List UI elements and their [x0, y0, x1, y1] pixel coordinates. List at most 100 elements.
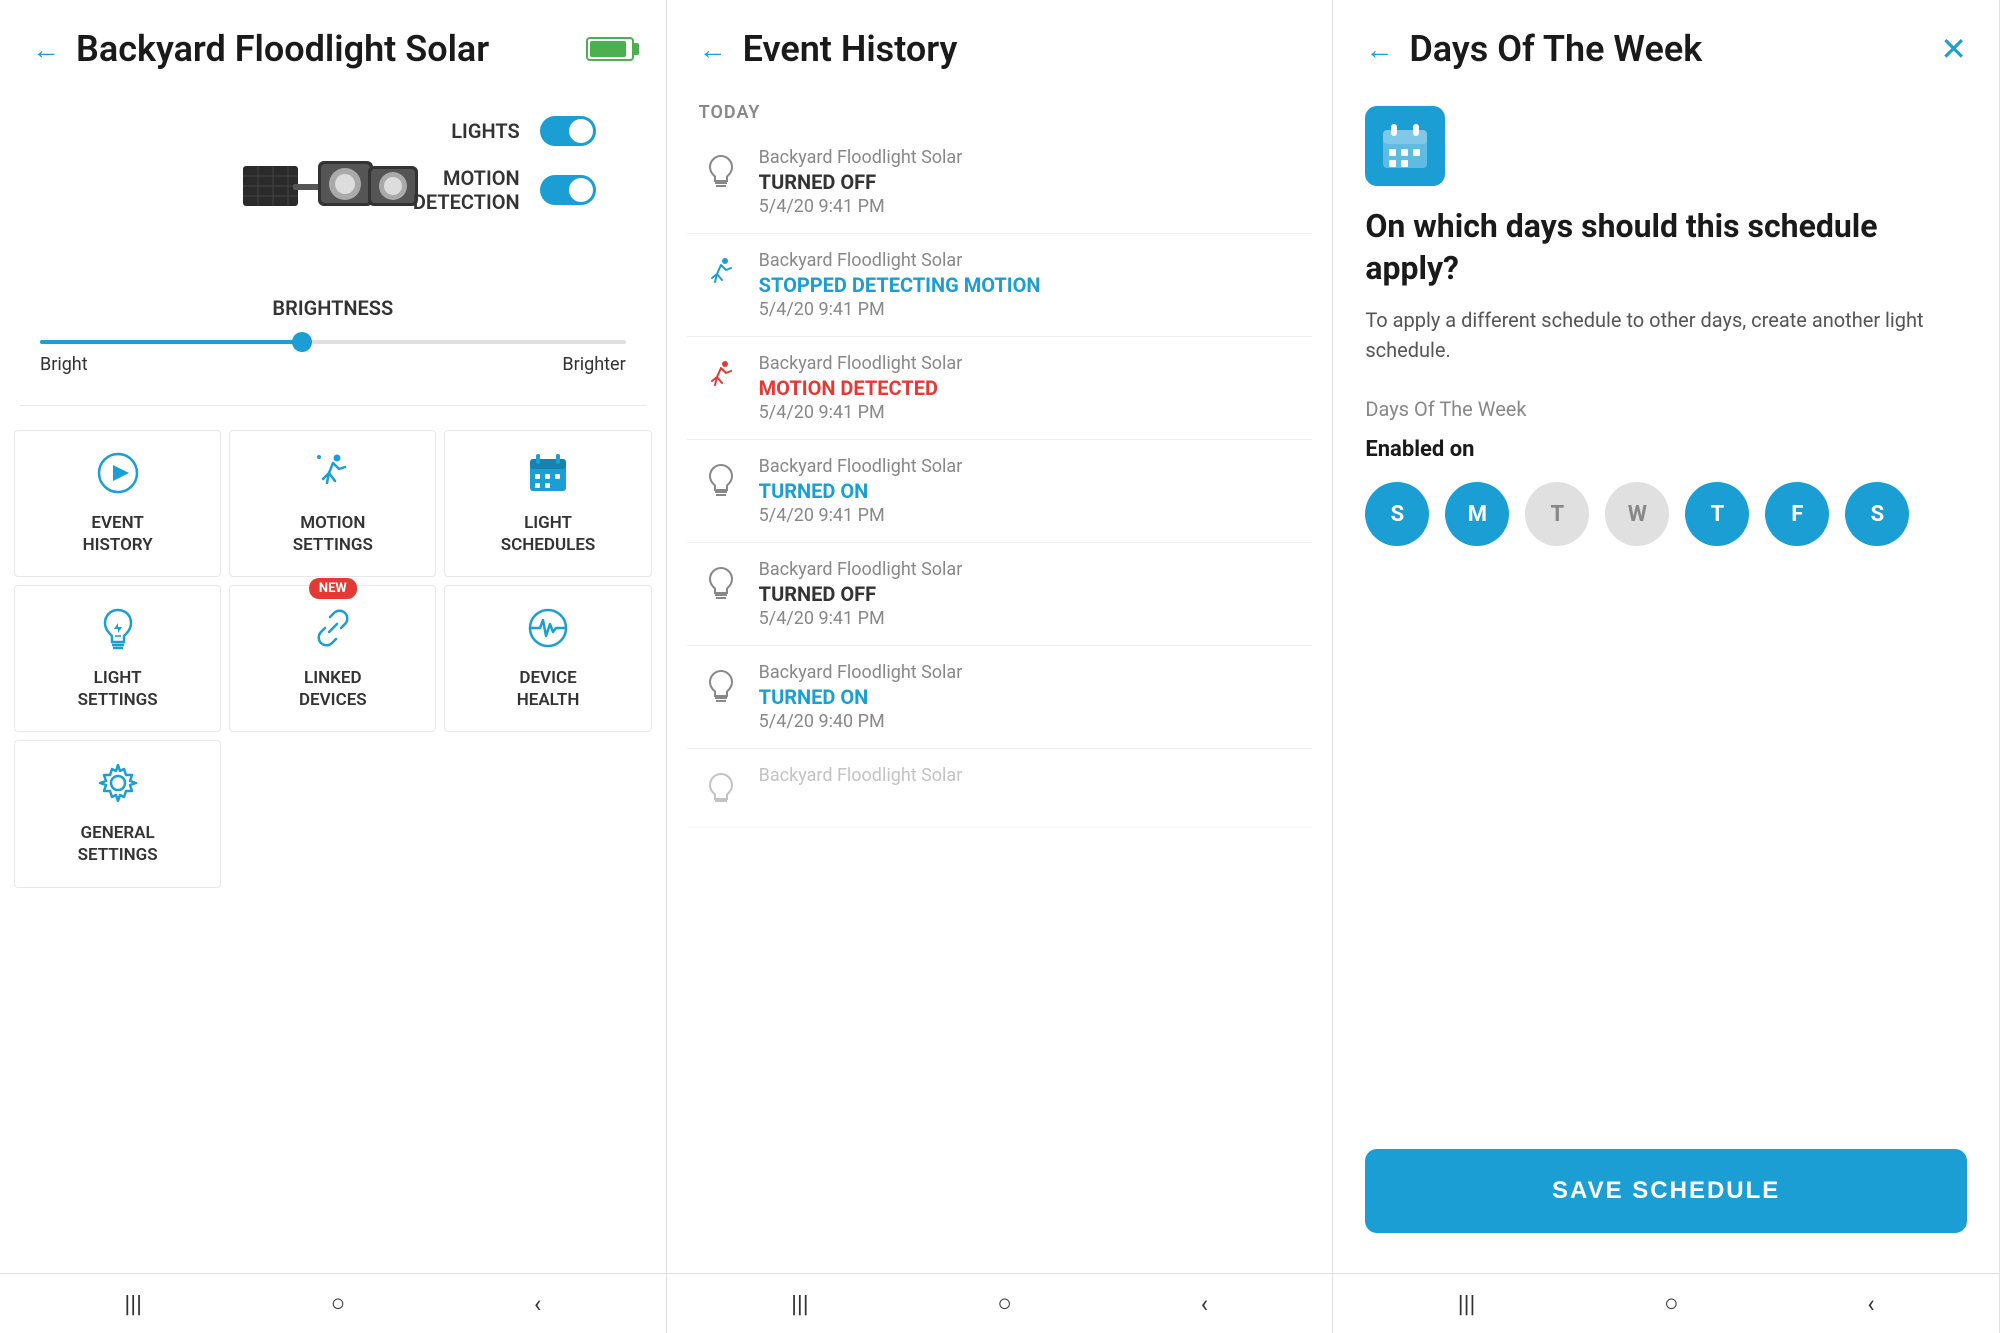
days-of-week-panel: ← Days Of The Week ✕ On which days shoul…	[1333, 0, 2000, 1333]
brightness-max: Brighter	[562, 354, 625, 375]
day-thursday[interactable]: T	[1685, 482, 1749, 546]
nav-bars-2[interactable]: |||	[791, 1290, 809, 1318]
close-button[interactable]: ✕	[1940, 33, 1967, 65]
event-content: Backyard Floodlight Solar MOTION DETECTE…	[759, 353, 1301, 423]
back-button[interactable]: ←	[32, 33, 60, 66]
motion-toggle[interactable]	[540, 175, 596, 205]
day-friday[interactable]: F	[1765, 482, 1829, 546]
lights-toggle[interactable]	[540, 116, 596, 146]
event-status: TURNED OFF	[759, 170, 1301, 194]
bulb-on-icon	[699, 458, 743, 502]
brightness-min: Bright	[40, 354, 88, 375]
enabled-label: Enabled on	[1333, 437, 1999, 462]
event-content: Backyard Floodlight Solar TURNED ON 5/4/…	[759, 662, 1301, 732]
event-time: 5/4/20 9:40 PM	[759, 711, 1301, 732]
event-time: 5/4/20 9:41 PM	[759, 402, 1301, 423]
event-content: Backyard Floodlight Solar TURNED OFF 5/4…	[759, 559, 1301, 629]
event-device: Backyard Floodlight Solar	[759, 250, 1301, 271]
event-time: 5/4/20 9:41 PM	[759, 608, 1301, 629]
event-device: Backyard Floodlight Solar	[759, 662, 1301, 683]
event-time: 5/4/20 9:41 PM	[759, 299, 1301, 320]
calendar-icon	[526, 451, 570, 502]
nav-bars-3[interactable]: |||	[1458, 1290, 1476, 1318]
motion-settings-label: MOTIONSETTINGS	[293, 512, 373, 556]
event-device: Backyard Floodlight Solar	[759, 147, 1301, 168]
day-tuesday[interactable]: T	[1525, 482, 1589, 546]
days-question: On which days should this schedule apply…	[1333, 206, 1999, 289]
day-wednesday[interactable]: W	[1605, 482, 1669, 546]
panel2-bottom-nav: ||| ○ ‹	[667, 1273, 1333, 1333]
event-item: Backyard Floodlight Solar TURNED ON 5/4/…	[687, 646, 1313, 749]
device-title: Backyard Floodlight Solar	[76, 28, 570, 70]
general-settings-label: GENERALSETTINGS	[78, 822, 158, 866]
menu-item-general-settings[interactable]: GENERALSETTINGS	[14, 740, 221, 887]
motion-stop-icon	[699, 252, 743, 296]
motion-control: MOTIONDETECTION	[413, 166, 596, 214]
nav-back[interactable]: ‹	[534, 1290, 541, 1318]
bulb-off-icon	[699, 149, 743, 193]
event-time: 5/4/20 9:41 PM	[759, 196, 1301, 217]
event-status: TURNED OFF	[759, 582, 1301, 606]
event-device: Backyard Floodlight Solar	[759, 353, 1301, 374]
motion-detected-icon	[699, 355, 743, 399]
save-button-area: SAVE SCHEDULE	[1333, 1129, 1999, 1273]
days-back-button[interactable]: ←	[1365, 33, 1393, 66]
device-image-area: LIGHTS MOTIONDETECTION	[0, 86, 666, 276]
event-item: Backyard Floodlight Solar MOTION DETECTE…	[687, 337, 1313, 440]
event-item: Backyard Floodlight Solar TURNED OFF 5/4…	[687, 131, 1313, 234]
today-label: TODAY	[667, 86, 1333, 131]
nav-home[interactable]: ○	[331, 1289, 346, 1318]
day-saturday[interactable]: S	[1845, 482, 1909, 546]
event-history-back-button[interactable]: ←	[699, 33, 727, 66]
bulb-partial-icon	[699, 767, 743, 811]
nav-back-2[interactable]: ‹	[1201, 1290, 1208, 1318]
event-status-turned-on: TURNED ON	[759, 479, 1301, 503]
event-device: Backyard Floodlight Solar	[759, 456, 1301, 477]
bulb-off-icon	[699, 561, 743, 605]
menu-item-light-schedules[interactable]: LIGHTSCHEDULES	[444, 430, 651, 577]
save-schedule-button[interactable]: SAVE SCHEDULE	[1365, 1149, 1967, 1233]
event-item: Backyard Floodlight Solar TURNED ON 5/4/…	[687, 440, 1313, 543]
menu-item-event-history[interactable]: EVENTHISTORY	[14, 430, 221, 577]
event-status: MOTION DETECTED	[759, 376, 1301, 400]
event-history-panel: ← Event History TODAY Backyard Floodligh…	[667, 0, 1334, 1333]
day-monday[interactable]: M	[1445, 482, 1509, 546]
event-device: Backyard Floodlight Solar	[759, 559, 1301, 580]
event-history-title: Event History	[743, 28, 1301, 70]
nav-home-2[interactable]: ○	[997, 1289, 1012, 1318]
play-circle-icon	[96, 451, 140, 502]
days-row: S M T W T F S	[1333, 482, 1999, 546]
link-icon	[311, 606, 355, 657]
running-icon	[311, 451, 355, 502]
menu-item-device-health[interactable]: DEVICEHEALTH	[444, 585, 651, 732]
nav-back-3[interactable]: ‹	[1867, 1290, 1874, 1318]
event-history-header: ← Event History	[667, 0, 1333, 86]
event-content: Backyard Floodlight Solar TURNED OFF 5/4…	[759, 147, 1301, 217]
menu-item-light-settings[interactable]: LIGHTSETTINGS	[14, 585, 221, 732]
event-status: STOPPED DETECTING MOTION	[759, 273, 1301, 297]
panel1-bottom-nav: ||| ○ ‹	[0, 1273, 666, 1333]
motion-label: MOTIONDETECTION	[413, 166, 520, 214]
device-header: ← Backyard Floodlight Solar	[0, 0, 666, 86]
panel3-bottom-nav: ||| ○ ‹	[1333, 1273, 1999, 1333]
menu-item-motion-settings[interactable]: MOTIONSETTINGS	[229, 430, 436, 577]
light-schedules-label: LIGHTSCHEDULES	[501, 512, 596, 556]
event-item: Backyard Floodlight Solar	[687, 749, 1313, 828]
nav-home-3[interactable]: ○	[1664, 1289, 1679, 1318]
event-time: 5/4/20 9:41 PM	[759, 505, 1301, 526]
menu-item-linked-devices[interactable]: NEW LINKEDDEVICES	[229, 585, 436, 732]
event-list: Backyard Floodlight Solar TURNED OFF 5/4…	[667, 131, 1333, 1273]
menu-grid: EVENTHISTORY MOTIONSETTINGS	[0, 406, 666, 912]
event-content: Backyard Floodlight Solar TURNED ON 5/4/…	[759, 456, 1301, 526]
device-health-label: DEVICEHEALTH	[517, 667, 580, 711]
brightness-slider[interactable]	[40, 340, 626, 344]
event-content: Backyard Floodlight Solar	[759, 765, 1301, 786]
event-item: Backyard Floodlight Solar STOPPED DETECT…	[687, 234, 1313, 337]
nav-bars[interactable]: |||	[124, 1290, 142, 1318]
days-title: Days Of The Week	[1409, 28, 1924, 70]
light-settings-label: LIGHTSETTINGS	[78, 667, 158, 711]
day-sunday[interactable]: S	[1365, 482, 1429, 546]
event-item: Backyard Floodlight Solar TURNED OFF 5/4…	[687, 543, 1313, 646]
event-history-label: EVENTHISTORY	[83, 512, 153, 556]
days-section-label: Days Of The Week	[1333, 397, 1999, 421]
